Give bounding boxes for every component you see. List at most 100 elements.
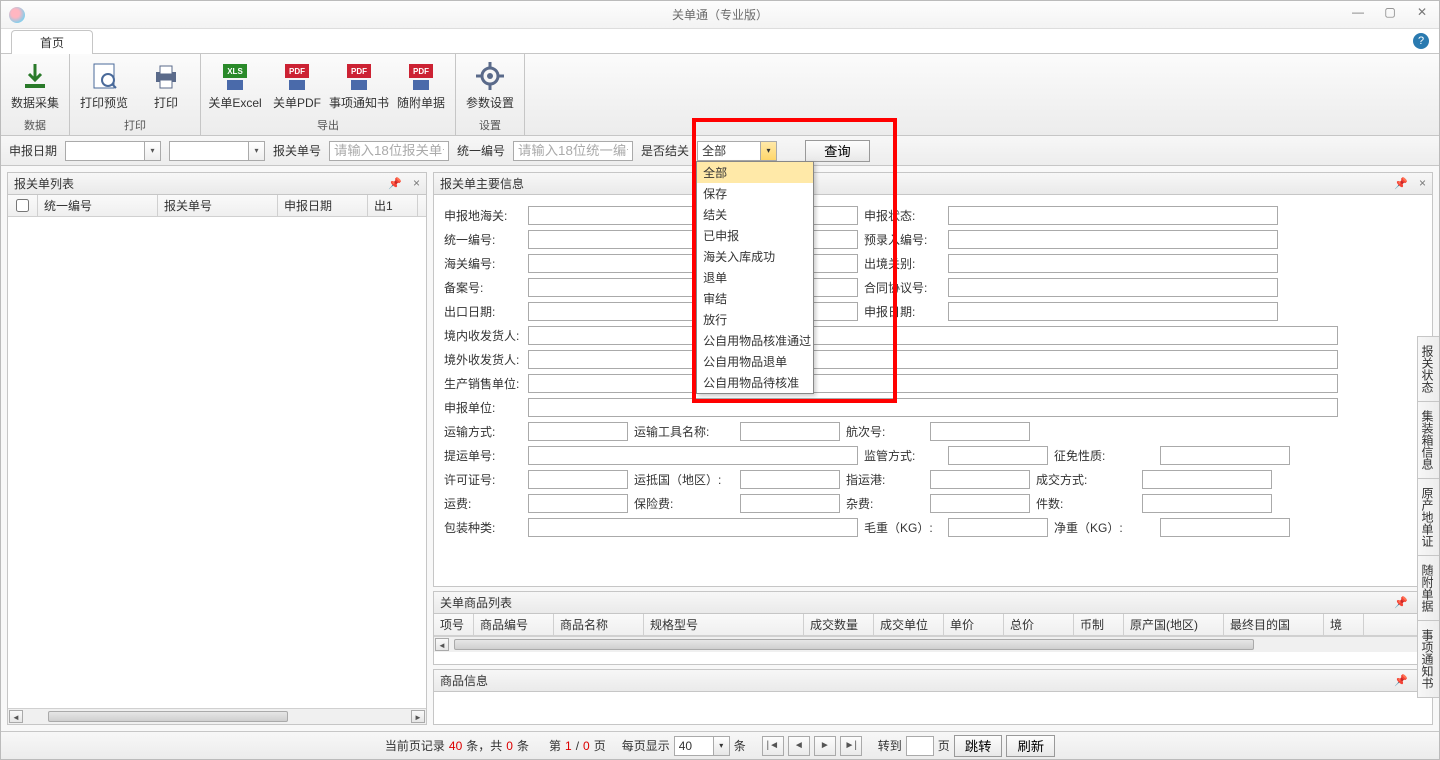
form-input[interactable]	[528, 470, 628, 489]
column-header[interactable]: 商品名称	[554, 614, 644, 635]
column-header[interactable]: 境	[1324, 614, 1364, 635]
side-tab[interactable]: 原产地单证	[1417, 478, 1439, 556]
side-tab[interactable]: 报关状态	[1417, 336, 1439, 402]
column-header[interactable]: 项号	[434, 614, 474, 635]
ribbon-关单Excel[interactable]: XLS关单Excel	[207, 58, 263, 113]
column-header[interactable]: 规格型号	[644, 614, 804, 635]
jg-option[interactable]: 结关	[697, 204, 813, 225]
refresh-button[interactable]: 刷新	[1006, 735, 1055, 757]
form-input[interactable]	[948, 302, 1278, 321]
date-from-input[interactable]	[65, 141, 145, 161]
page-next-button[interactable]: ►	[814, 736, 836, 756]
form-input[interactable]	[1160, 446, 1290, 465]
ribbon-参数设置[interactable]: 参数设置	[462, 58, 518, 113]
form-input[interactable]	[948, 518, 1048, 537]
form-input[interactable]	[1160, 518, 1290, 537]
perpage-value[interactable]: 40	[674, 736, 714, 756]
column-header[interactable]: 最终目的国	[1224, 614, 1324, 635]
date-from-dropdown[interactable]: ▾	[145, 141, 161, 161]
scroll-left-arrow[interactable]: ◄	[435, 638, 449, 651]
date-to-input[interactable]	[169, 141, 249, 161]
form-input[interactable]	[528, 326, 1338, 345]
help-icon[interactable]: ?	[1413, 33, 1429, 49]
date-to-dropdown[interactable]: ▾	[249, 141, 265, 161]
form-input[interactable]	[948, 446, 1048, 465]
ribbon-打印预览[interactable]: 打印预览	[76, 58, 132, 113]
form-input[interactable]	[1142, 470, 1272, 489]
form-input[interactable]	[740, 422, 840, 441]
bgdh-input[interactable]	[329, 141, 449, 161]
goto-input[interactable]	[906, 736, 934, 756]
column-header[interactable]: 成交单位	[874, 614, 944, 635]
maximize-button[interactable]: ▢	[1379, 5, 1401, 19]
column-header[interactable]: 出1	[368, 195, 418, 216]
pin-icon[interactable]: 📌	[1394, 177, 1408, 190]
scroll-right-arrow[interactable]: ►	[411, 710, 425, 723]
scroll-left-arrow[interactable]: ◄	[9, 710, 23, 723]
jg-option[interactable]: 保存	[697, 183, 813, 204]
pin-icon[interactable]: 📌	[1394, 674, 1408, 687]
scroll-thumb[interactable]	[454, 639, 1254, 650]
column-header[interactable]: 申报日期	[278, 195, 368, 216]
column-header[interactable]: 报关单号	[158, 195, 278, 216]
column-header[interactable]: 成交数量	[804, 614, 874, 635]
form-input[interactable]	[930, 470, 1030, 489]
form-input[interactable]	[930, 422, 1030, 441]
panel-close-icon[interactable]: ×	[1419, 176, 1426, 190]
form-input[interactable]	[528, 374, 1338, 393]
form-input[interactable]	[528, 398, 1338, 417]
column-header[interactable]: 原产国(地区)	[1124, 614, 1224, 635]
jg-option[interactable]: 公自用物品核准通过	[697, 330, 813, 351]
form-input[interactable]	[1142, 494, 1272, 513]
perpage-dropdown-button[interactable]: ▾	[714, 736, 730, 756]
jg-option[interactable]: 已申报	[697, 225, 813, 246]
jg-option[interactable]: 公自用物品退单	[697, 351, 813, 372]
side-tab[interactable]: 集装箱信息	[1417, 401, 1439, 479]
jg-option[interactable]: 放行	[697, 309, 813, 330]
declaration-list-hscroll[interactable]: ◄ ►	[8, 708, 426, 724]
form-input[interactable]	[930, 494, 1030, 513]
ribbon-数据采集[interactable]: 数据采集	[7, 58, 63, 113]
minimize-button[interactable]: —	[1347, 5, 1369, 19]
side-tab[interactable]: 随附单据	[1417, 555, 1439, 621]
tybh-input[interactable]	[513, 141, 633, 161]
ribbon-事项通知书[interactable]: PDF事项通知书	[331, 58, 387, 113]
ribbon-随附单据[interactable]: PDF随附单据	[393, 58, 449, 113]
column-header[interactable]: 单价	[944, 614, 1004, 635]
form-input[interactable]	[528, 422, 628, 441]
jg-option[interactable]: 公自用物品待核准	[697, 372, 813, 393]
declaration-list-body[interactable]	[8, 217, 426, 708]
page-first-button[interactable]: |◄	[762, 736, 784, 756]
perpage-combo[interactable]: 40 ▾	[674, 736, 730, 756]
page-last-button[interactable]: ►|	[840, 736, 862, 756]
page-prev-button[interactable]: ◄	[788, 736, 810, 756]
form-input[interactable]	[948, 230, 1278, 249]
ribbon-关单PDF[interactable]: PDF关单PDF	[269, 58, 325, 113]
select-all-checkbox[interactable]	[16, 199, 29, 212]
column-header[interactable]: 商品编号	[474, 614, 554, 635]
tab-home[interactable]: 首页	[11, 30, 93, 54]
form-input[interactable]	[740, 470, 840, 489]
jg-option[interactable]: 退单	[697, 267, 813, 288]
close-button[interactable]: ✕	[1411, 5, 1433, 19]
panel-close-icon[interactable]: ×	[413, 176, 420, 190]
jg-option[interactable]: 海关入库成功	[697, 246, 813, 267]
jg-combo[interactable]: 全部 ▾ 全部保存结关已申报海关入库成功退单审结放行公自用物品核准通过公自用物品…	[697, 141, 777, 161]
form-input[interactable]	[948, 206, 1278, 225]
pin-icon[interactable]: 📌	[388, 177, 402, 190]
jg-combo-value[interactable]: 全部	[697, 141, 761, 161]
side-tab[interactable]: 事项通知书	[1417, 620, 1439, 698]
form-input[interactable]	[528, 446, 858, 465]
form-input[interactable]	[528, 518, 858, 537]
form-input[interactable]	[948, 278, 1278, 297]
column-header[interactable]: 币制	[1074, 614, 1124, 635]
scroll-thumb[interactable]	[48, 711, 288, 722]
jump-button[interactable]: 跳转	[954, 735, 1003, 757]
jg-combo-button[interactable]: ▾	[761, 141, 777, 161]
jg-option[interactable]: 全部	[697, 162, 813, 183]
pin-icon[interactable]: 📌	[1394, 596, 1408, 609]
form-input[interactable]	[740, 494, 840, 513]
column-header[interactable]: 总价	[1004, 614, 1074, 635]
form-input[interactable]	[528, 350, 1338, 369]
query-button[interactable]: 查询	[805, 140, 870, 162]
